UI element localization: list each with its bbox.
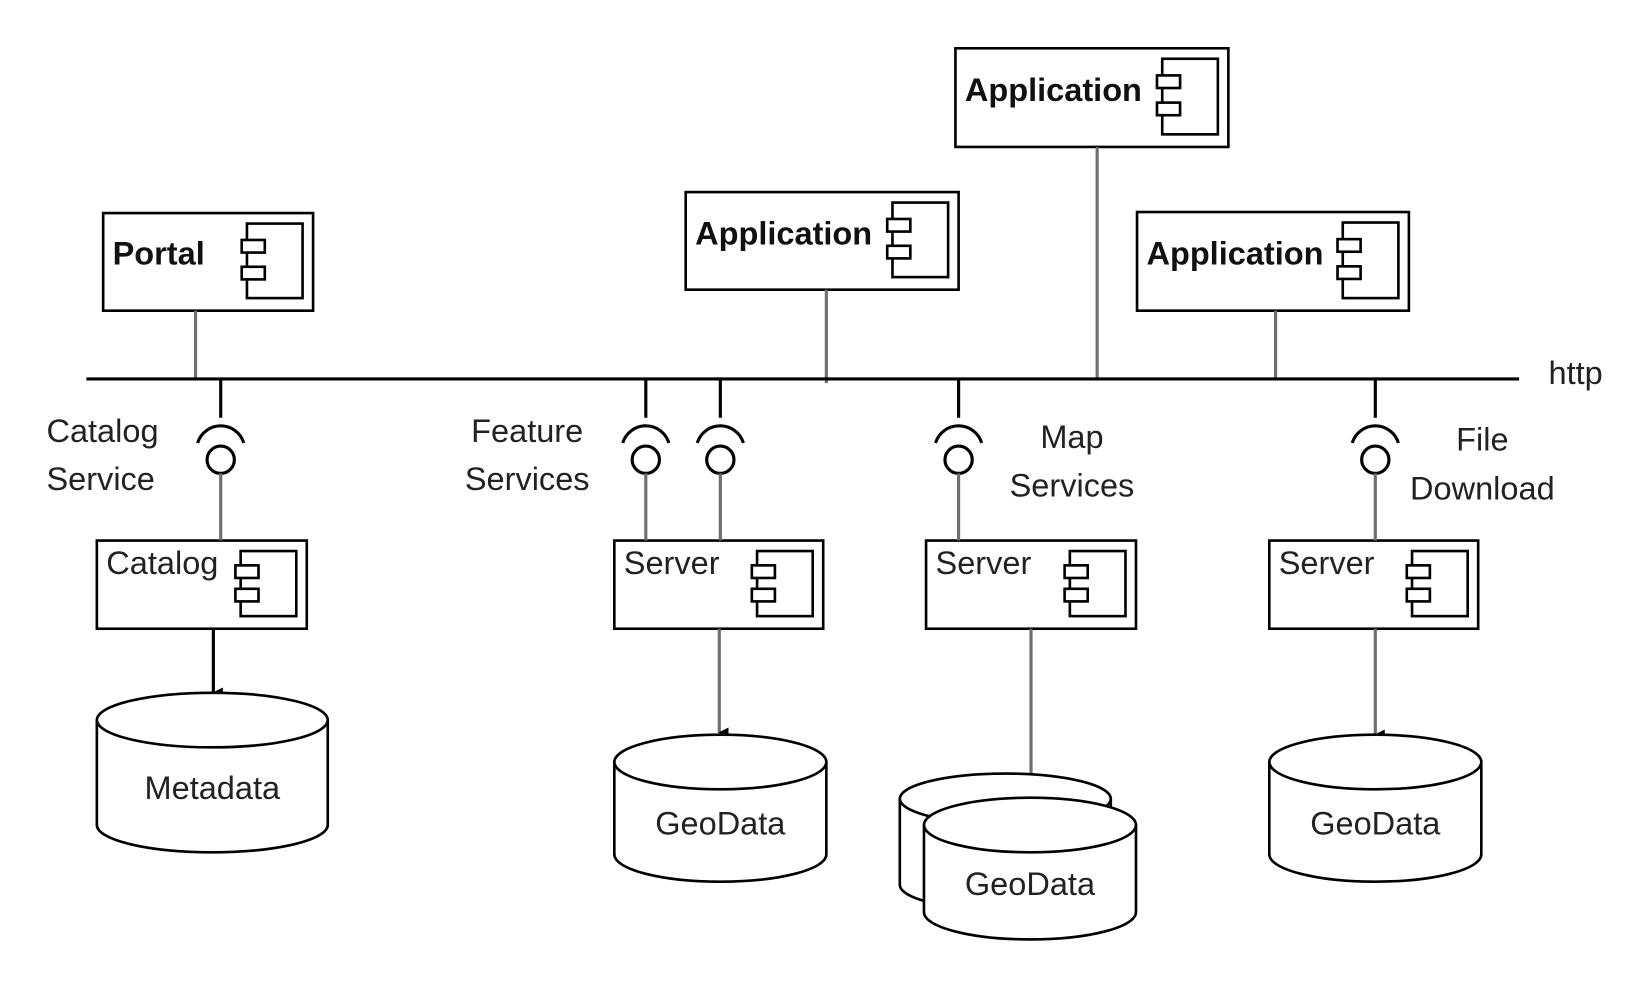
portal-component: Portal	[101, 211, 315, 313]
server-component: Server	[1267, 539, 1480, 631]
provided-required-interface	[196, 378, 246, 541]
application-component: Application	[954, 46, 1230, 149]
database-cylinder: Metadata	[95, 691, 330, 854]
database-cylinder: GeoData	[613, 733, 828, 883]
provided-required-interface	[621, 378, 671, 541]
datastore-label: GeoData	[655, 805, 786, 841]
lollipop-icon	[705, 444, 736, 475]
application-component: Application	[1135, 210, 1411, 313]
component-label: Server	[1279, 545, 1375, 581]
socket-icon	[1350, 424, 1400, 444]
socket-icon	[934, 424, 984, 444]
database-cylinder: GeoData	[1267, 733, 1483, 883]
socket-icon	[196, 424, 246, 444]
server-component: Server	[924, 539, 1138, 631]
datastore-label: GeoData	[965, 866, 1096, 902]
interface-label: Feature	[471, 413, 583, 449]
component-label: Server	[936, 545, 1032, 581]
interface-label: Services	[1010, 467, 1135, 503]
uml-component-icon	[885, 201, 950, 279]
lollipop-icon	[1360, 444, 1391, 475]
component-label: Catalog	[106, 545, 218, 581]
component-label: Application	[695, 216, 872, 252]
interface-label: Service	[46, 461, 154, 497]
uml-component-icon	[234, 549, 298, 618]
lollipop-icon	[205, 444, 236, 475]
catalog-component: Catalog	[95, 539, 309, 631]
datastore-label: GeoData	[1310, 805, 1441, 841]
socket-icon	[695, 424, 745, 444]
lollipop-icon	[630, 444, 662, 475]
uml-component-icon	[1405, 549, 1469, 618]
provided-required-interface	[695, 378, 745, 541]
component-label: Application	[965, 72, 1142, 108]
component-label: Server	[624, 545, 720, 581]
uml-component-icon	[1155, 57, 1220, 136]
interface-label: File	[1456, 421, 1508, 457]
component-label: Application	[1146, 236, 1323, 272]
http-label: http	[1548, 355, 1602, 391]
uml-component-icon	[1063, 549, 1127, 618]
interface-label: Download	[1410, 471, 1555, 507]
socket-icon	[621, 424, 671, 444]
uml-component-icon	[1336, 221, 1400, 300]
uml-component-icon	[750, 549, 815, 618]
interface-label: Catalog	[46, 413, 158, 449]
provided-required-interface	[934, 378, 984, 541]
provided-required-interface	[1350, 378, 1400, 541]
interface-label: Services	[465, 461, 590, 497]
datastore-label: Metadata	[145, 770, 281, 806]
component-label: Portal	[113, 236, 205, 272]
uml-component-icon	[240, 222, 304, 300]
application-component: Application	[684, 190, 960, 292]
architecture-diagram: Portal Application Application Application C…	[46, 46, 1603, 941]
interface-label: Map	[1040, 419, 1103, 455]
database-cylinder: GeoData	[922, 796, 1138, 941]
server-component: Server	[613, 539, 825, 631]
lollipop-icon	[943, 444, 974, 475]
